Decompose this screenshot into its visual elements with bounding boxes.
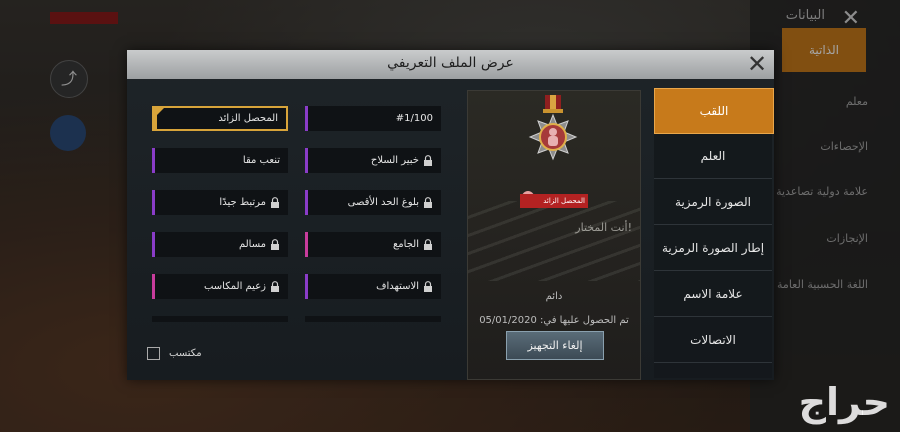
rarity-bar — [152, 190, 155, 215]
title-item[interactable]: مسالم — [152, 232, 288, 257]
category-tabs: اللقب العلم الصورة الرمزية إطار الصورة ا… — [654, 88, 774, 378]
lock-icon — [271, 197, 279, 208]
title-item[interactable]: بلوغ الحد الأقصى — [305, 190, 441, 215]
title-item-label: تنعب مقا — [242, 155, 280, 166]
title-item[interactable]: الاستهداف — [305, 274, 441, 299]
rarity-bar — [305, 190, 308, 215]
title-item-label: مرتبط جيدًا — [219, 197, 266, 208]
rarity-bar — [305, 232, 308, 257]
title-quote: أنت المختار! — [575, 221, 632, 234]
rarity-bar — [305, 106, 308, 131]
lock-icon — [424, 155, 432, 166]
title-item-label: بلوغ الحد الأقصى — [347, 197, 419, 208]
title-item-label: المحصل الزائد — [218, 113, 278, 124]
title-item[interactable]: خبير السلاح — [305, 148, 441, 173]
title-item-label: #1/100 — [395, 113, 433, 124]
title-item[interactable]: تنعب مقا — [152, 148, 288, 173]
owned-checkbox[interactable] — [147, 347, 160, 360]
title-duration: دائم — [545, 291, 563, 302]
lock-icon — [424, 197, 432, 208]
tab-title[interactable]: اللقب — [654, 88, 774, 134]
tab-contacts[interactable]: الاتصالات — [654, 318, 772, 363]
title-item-label: مسالم — [238, 239, 266, 250]
title-item-partial[interactable] — [152, 316, 288, 322]
lock-icon — [271, 281, 279, 292]
title-item[interactable]: الجامع — [305, 232, 441, 257]
title-grid: #1/100 المحصل الزائد خبير السلاح تنعب مقا بل… — [147, 106, 447, 336]
rarity-bar — [305, 148, 308, 173]
owned-label: مكتسب — [169, 348, 202, 359]
tab-flag[interactable]: العلم — [654, 134, 772, 179]
title-item-label: الاستهداف — [376, 281, 419, 292]
tab-name-tag[interactable]: علامة الاسم — [654, 272, 772, 317]
title-item-label: خبير السلاح — [370, 155, 419, 166]
lock-icon — [271, 239, 279, 250]
medal-icon — [528, 95, 578, 161]
title-item[interactable]: مرتبط جيدًا — [152, 190, 288, 215]
watermark-logo: حراج — [798, 380, 890, 424]
dialog-title: عرض الملف التعريفي — [387, 55, 514, 71]
lock-icon — [424, 239, 432, 250]
title-preview: المحصل الزائد أنت المختار! دائم تم الحصو… — [467, 90, 641, 380]
title-item-label: الجامع — [392, 239, 419, 250]
rarity-bar — [305, 274, 308, 299]
tab-avatar[interactable]: الصورة الرمزية — [654, 180, 772, 225]
title-item[interactable]: المحصل الزائد — [152, 106, 288, 131]
profile-dialog: عرض الملف التعريفي ✕ #1/100 المحصل الزائد… — [127, 50, 774, 380]
rarity-bar — [152, 274, 155, 299]
chevron-decoration — [468, 201, 640, 281]
equipped-corner-icon — [154, 108, 164, 118]
obtained-date: تم الحصول عليها في: 05/01/2020 — [479, 315, 629, 326]
rarity-bar — [152, 232, 155, 257]
title-item[interactable]: #1/100 — [305, 106, 441, 131]
title-item[interactable]: زعيم المكاسب — [152, 274, 288, 299]
tab-avatar-frame[interactable]: إطار الصورة الرمزية — [654, 226, 772, 271]
close-icon: ✕ — [746, 50, 768, 78]
lock-icon — [424, 281, 432, 292]
unequip-button[interactable]: إلغاء التجهيز — [506, 331, 604, 360]
title-item-partial[interactable] — [305, 316, 441, 322]
title-name-badge: المحصل الزائد — [520, 194, 588, 208]
close-button[interactable]: ✕ — [744, 50, 770, 79]
title-item-label: زعيم المكاسب — [203, 281, 266, 292]
rarity-bar — [152, 148, 155, 173]
dialog-header: عرض الملف التعريفي ✕ — [127, 50, 774, 79]
